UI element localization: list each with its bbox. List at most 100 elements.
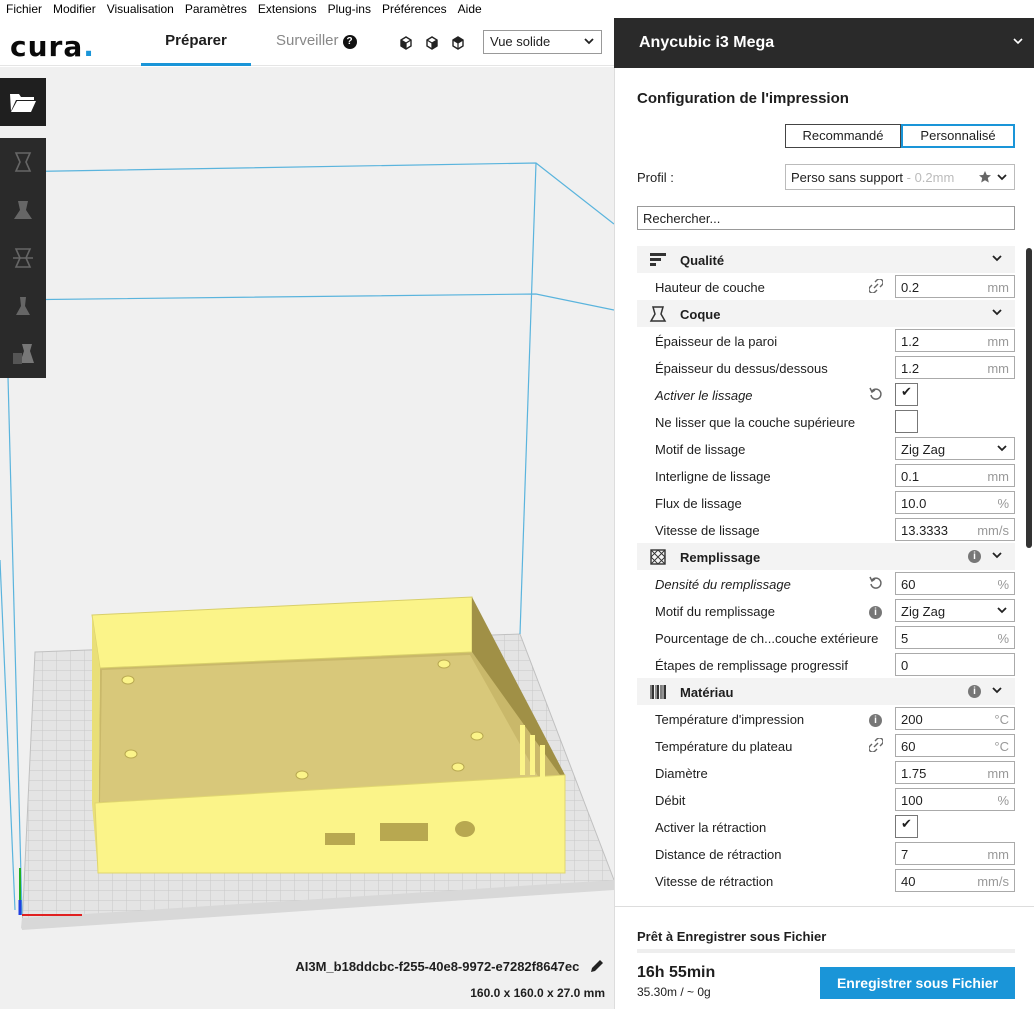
- skin-overlap-input[interactable]: 5%: [895, 626, 1015, 649]
- material-icon: [650, 685, 666, 699]
- panel-title: Configuration de l'impression: [637, 90, 849, 107]
- layer-height-input[interactable]: 0.2 mm: [895, 275, 1015, 298]
- chevron-down-icon: [1012, 35, 1024, 50]
- reset-icon[interactable]: [869, 387, 883, 404]
- profile-label: Profil :: [637, 170, 674, 185]
- profile-select[interactable]: Perso sans support - 0.2mm: [785, 164, 1015, 190]
- menu-extensions[interactable]: Extensions: [258, 2, 317, 16]
- category-quality[interactable]: Qualité: [637, 246, 1015, 273]
- info-icon[interactable]: i: [869, 606, 882, 619]
- gradual-infill-steps-input[interactable]: 0: [895, 653, 1015, 676]
- setting-enable-ironing: Activer le lissage ✔: [637, 381, 1015, 408]
- settings-scrollbar[interactable]: [1026, 248, 1032, 548]
- category-shell[interactable]: Coque: [637, 300, 1015, 327]
- menu-plugins[interactable]: Plug-ins: [328, 2, 371, 16]
- ironing-flow-input[interactable]: 10.0%: [895, 491, 1015, 514]
- setting-ironing-spacing: Interligne de lissage 0.1 mm: [637, 462, 1015, 489]
- 3d-viewport[interactable]: [0, 67, 614, 1009]
- printer-selector[interactable]: Anycubic i3 Mega: [614, 18, 1034, 68]
- category-material[interactable]: Matériau i: [637, 678, 1015, 705]
- help-icon[interactable]: ?: [342, 35, 357, 49]
- menu-preferences[interactable]: Préférences: [382, 2, 447, 16]
- diameter-input[interactable]: 1.75 mm: [895, 761, 1015, 784]
- setting-skin-overlap: Pourcentage de ch...couche extérieure 5%: [637, 624, 1015, 651]
- build-volume-scene[interactable]: [0, 67, 614, 1009]
- progress-bar: [637, 949, 1015, 953]
- menu-edit[interactable]: Modifier: [53, 2, 96, 16]
- tab-prepare[interactable]: Préparer: [141, 32, 251, 66]
- info-icon[interactable]: i: [968, 685, 981, 698]
- flow-input[interactable]: 100%: [895, 788, 1015, 811]
- shell-icon: [649, 306, 667, 322]
- custom-mode-button[interactable]: Personnalisé: [901, 124, 1015, 148]
- menu-bar: Fichier Modifier Visualisation Paramètre…: [0, 0, 614, 18]
- setting-top-bottom-thickness: Épaisseur du dessus/dessous 1.2 mm: [637, 354, 1015, 381]
- infill-icon: [650, 549, 666, 565]
- top-bottom-thickness-input[interactable]: 1.2 mm: [895, 356, 1015, 379]
- save-to-file-button[interactable]: Enregistrer sous Fichier: [820, 967, 1015, 999]
- ironing-pattern-select[interactable]: Zig Zag: [895, 437, 1015, 460]
- print-temperature-input[interactable]: 200 °C: [895, 707, 1015, 730]
- menu-help[interactable]: Aide: [458, 2, 482, 16]
- infill-density-input[interactable]: 60%: [895, 572, 1015, 595]
- setting-layer-height: Hauteur de couche 0.2 mm: [637, 273, 1015, 300]
- menu-file[interactable]: Fichier: [6, 2, 42, 16]
- scale-tool[interactable]: [0, 186, 46, 234]
- setting-bed-temperature: Température du plateau 60 °C: [637, 732, 1015, 759]
- menu-settings[interactable]: Paramètres: [185, 2, 247, 16]
- setting-ironing-flow: Flux de lissage 10.0%: [637, 489, 1015, 516]
- enable-ironing-checkbox[interactable]: ✔: [895, 383, 918, 406]
- link-icon: [868, 737, 884, 755]
- mirror-tool[interactable]: [0, 282, 46, 330]
- settings-search-input[interactable]: Rechercher...: [637, 206, 1015, 230]
- stage-header: cura. Préparer Surveiller? Vue solide: [0, 18, 614, 66]
- chevron-down-icon: [991, 252, 1003, 267]
- star-icon[interactable]: [978, 170, 992, 184]
- setting-enable-retraction: Activer la rétraction ✔: [637, 813, 1015, 840]
- view-type-select[interactable]: Vue solide: [483, 30, 602, 54]
- ironing-speed-input[interactable]: 13.3333 mm/s: [895, 518, 1015, 541]
- infill-pattern-select[interactable]: Zig Zag: [895, 599, 1015, 622]
- setting-infill-pattern: Motif du remplissage i Zig Zag: [637, 597, 1015, 624]
- ironing-spacing-input[interactable]: 0.1 mm: [895, 464, 1015, 487]
- reset-icon[interactable]: [869, 576, 883, 593]
- setting-wall-thickness: Épaisseur de la paroi 1.2 mm: [637, 327, 1015, 354]
- open-file-button[interactable]: [0, 78, 46, 126]
- enable-retraction-checkbox[interactable]: ✔: [895, 815, 918, 838]
- setting-diameter: Diamètre 1.75 mm: [637, 759, 1015, 786]
- print-setup-panel: Configuration de l'impression Recommandé…: [614, 68, 1034, 906]
- chevron-down-icon: [991, 684, 1003, 699]
- tab-monitor[interactable]: Surveiller?: [276, 32, 357, 49]
- material-estimate: 35.30m / ~ 0g: [637, 985, 711, 999]
- object-dimensions: 160.0 x 160.0 x 27.0 mm: [470, 986, 605, 1000]
- category-infill[interactable]: Remplissage i: [637, 543, 1015, 570]
- setting-flow: Débit 100%: [637, 786, 1015, 813]
- quality-icon: [650, 253, 666, 266]
- retraction-speed-input[interactable]: 40 mm/s: [895, 869, 1015, 892]
- rotate-tool[interactable]: [0, 234, 46, 282]
- iron-top-only-checkbox[interactable]: [895, 410, 918, 433]
- retraction-distance-input[interactable]: 7 mm: [895, 842, 1015, 865]
- setting-gradual-infill-steps: Étapes de remplissage progressif 0: [637, 651, 1015, 678]
- recommended-mode-button[interactable]: Recommandé: [785, 124, 901, 148]
- bed-temperature-input[interactable]: 60 °C: [895, 734, 1015, 757]
- view-side-icon[interactable]: [450, 35, 466, 51]
- view-front-icon[interactable]: [424, 35, 440, 51]
- print-time: 16h 55min: [637, 964, 716, 981]
- info-icon[interactable]: i: [968, 550, 981, 563]
- setting-iron-top-only: Ne lisser que la couche supérieure: [637, 408, 1015, 435]
- support-blocker-tool[interactable]: [0, 330, 46, 378]
- setting-retraction-speed: Vitesse de rétraction 40 mm/s: [637, 867, 1015, 894]
- menu-view[interactable]: Visualisation: [107, 2, 174, 16]
- output-panel: Prêt à Enregistrer sous Fichier 16h 55mi…: [614, 906, 1034, 1009]
- view-3d-icon[interactable]: [398, 35, 414, 51]
- support-blocker-icon: [13, 344, 34, 364]
- settings-list: Qualité Hauteur de couche 0.2 mm Coque Ép…: [637, 246, 1015, 894]
- chevron-down-icon: [991, 549, 1003, 564]
- pencil-icon[interactable]: [589, 958, 605, 974]
- wall-thickness-input[interactable]: 1.2 mm: [895, 329, 1015, 352]
- cura-logo: cura.: [10, 30, 95, 63]
- translate-tool[interactable]: [0, 138, 46, 186]
- info-icon[interactable]: i: [869, 714, 882, 727]
- link-icon: [868, 278, 884, 296]
